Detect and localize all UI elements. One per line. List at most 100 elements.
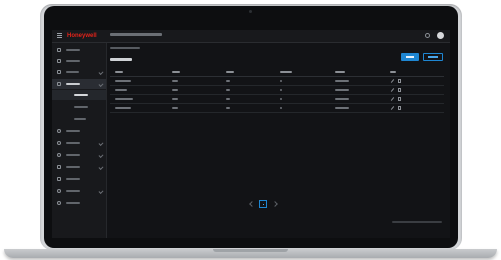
- sidebar-item-label: [66, 154, 80, 156]
- row-cell: [115, 98, 133, 100]
- row-cell: [280, 80, 282, 82]
- settings-icon: [57, 82, 61, 86]
- row-cell: [226, 89, 230, 91]
- table-header: [110, 67, 444, 77]
- row-cell: [172, 89, 178, 91]
- data-table: [110, 67, 444, 113]
- menu-icon[interactable]: [57, 33, 62, 38]
- delete-icon[interactable]: [398, 97, 401, 101]
- secondary-button[interactable]: [423, 53, 443, 61]
- sidebar-item-reports[interactable]: [52, 162, 106, 172]
- chevron-left-icon[interactable]: [249, 201, 255, 207]
- table-row[interactable]: [110, 104, 444, 113]
- footer-copyright: [392, 221, 442, 223]
- row-cell: [280, 89, 282, 91]
- sidebar-item-label: [66, 202, 80, 204]
- page-title: [110, 58, 132, 61]
- sidebar-item-label: [66, 83, 80, 85]
- gear-icon: [57, 153, 61, 157]
- sidebar-item-home[interactable]: [52, 45, 106, 55]
- row-cell: [280, 107, 282, 109]
- table-row[interactable]: [110, 95, 444, 104]
- row-cell: [335, 89, 349, 91]
- sidebar-subitem[interactable]: [52, 102, 106, 112]
- clock-icon: [57, 129, 61, 133]
- delete-icon[interactable]: [398, 79, 401, 83]
- edit-icon[interactable]: [390, 106, 395, 110]
- page-1-button[interactable]: [259, 200, 267, 208]
- column-header: [172, 71, 180, 73]
- chevron-down-icon: [98, 165, 104, 170]
- sidebar-item-about[interactable]: [52, 198, 106, 208]
- edit-icon[interactable]: [390, 88, 395, 92]
- doc-icon: [57, 165, 61, 169]
- sidebar-item-label: [66, 130, 80, 132]
- page-number: [263, 204, 264, 205]
- edit-icon[interactable]: [390, 97, 395, 101]
- chevron-right-icon[interactable]: [272, 201, 278, 207]
- gear-icon[interactable]: [425, 33, 430, 38]
- sidebar: [52, 43, 107, 238]
- sidebar-item-data[interactable]: [52, 67, 106, 77]
- shield-icon: [57, 141, 61, 145]
- laptop-notch: [213, 249, 288, 252]
- sidebar-item-label: [66, 60, 80, 62]
- chevron-down-icon: [98, 189, 104, 194]
- sidebar-item-schedule[interactable]: [52, 126, 106, 136]
- monitor-icon: [57, 59, 61, 63]
- row-cell: [115, 89, 127, 91]
- row-cell: [115, 107, 131, 109]
- chevron-down-icon: [98, 141, 104, 146]
- sidebar-item-config[interactable]: [52, 150, 106, 160]
- sidebar-item-monitor[interactable]: [52, 56, 106, 66]
- sidebar-item-settings[interactable]: [52, 79, 106, 89]
- sidebar-item-label: [66, 49, 80, 51]
- top-bar: Honeywell: [52, 30, 450, 43]
- user-avatar[interactable]: [437, 32, 444, 39]
- row-cell: [226, 80, 230, 82]
- new-button[interactable]: [401, 53, 419, 61]
- row-cell: [335, 107, 349, 109]
- row-cell: [226, 98, 230, 100]
- webcam: [249, 10, 252, 13]
- sidebar-item-label: [66, 166, 80, 168]
- sidebar-item-logs[interactable]: [52, 174, 106, 184]
- info-icon: [57, 201, 61, 205]
- sidebar-item-users[interactable]: [52, 186, 106, 196]
- list-icon: [57, 177, 61, 181]
- breadcrumb: [110, 47, 140, 49]
- app-screen: Honeywell: [52, 30, 450, 238]
- sidebar-item-label: [66, 178, 80, 180]
- column-header: [226, 71, 234, 73]
- row-cell: [226, 107, 230, 109]
- table-row[interactable]: [110, 77, 444, 86]
- sidebar-item-security[interactable]: [52, 138, 106, 148]
- chevron-down-icon: [98, 153, 104, 158]
- home-icon: [57, 48, 61, 52]
- row-cell: [280, 98, 282, 100]
- chevron-down-icon: [98, 70, 104, 75]
- column-header: [390, 71, 396, 73]
- sidebar-item-label: [66, 190, 80, 192]
- app-title: [110, 33, 162, 36]
- delete-icon[interactable]: [398, 106, 401, 110]
- row-cell: [172, 80, 178, 82]
- delete-icon[interactable]: [398, 88, 401, 92]
- new-button-label: [406, 56, 414, 58]
- edit-icon[interactable]: [390, 79, 395, 83]
- brand-logo: Honeywell: [67, 33, 97, 39]
- sidebar-subitem[interactable]: [52, 114, 106, 124]
- column-header: [280, 71, 292, 73]
- chevron-up-icon: [98, 82, 104, 87]
- row-cell: [115, 80, 131, 82]
- sidebar-item-label: [74, 106, 88, 108]
- user-icon: [57, 189, 61, 193]
- row-cell: [335, 80, 349, 82]
- secondary-button-label: [428, 56, 438, 58]
- sidebar-subitem-active[interactable]: [52, 90, 106, 100]
- table-row[interactable]: [110, 86, 444, 95]
- column-header: [115, 71, 123, 73]
- row-cell: [335, 98, 349, 100]
- sidebar-item-label: [66, 71, 79, 73]
- row-cell: [172, 98, 178, 100]
